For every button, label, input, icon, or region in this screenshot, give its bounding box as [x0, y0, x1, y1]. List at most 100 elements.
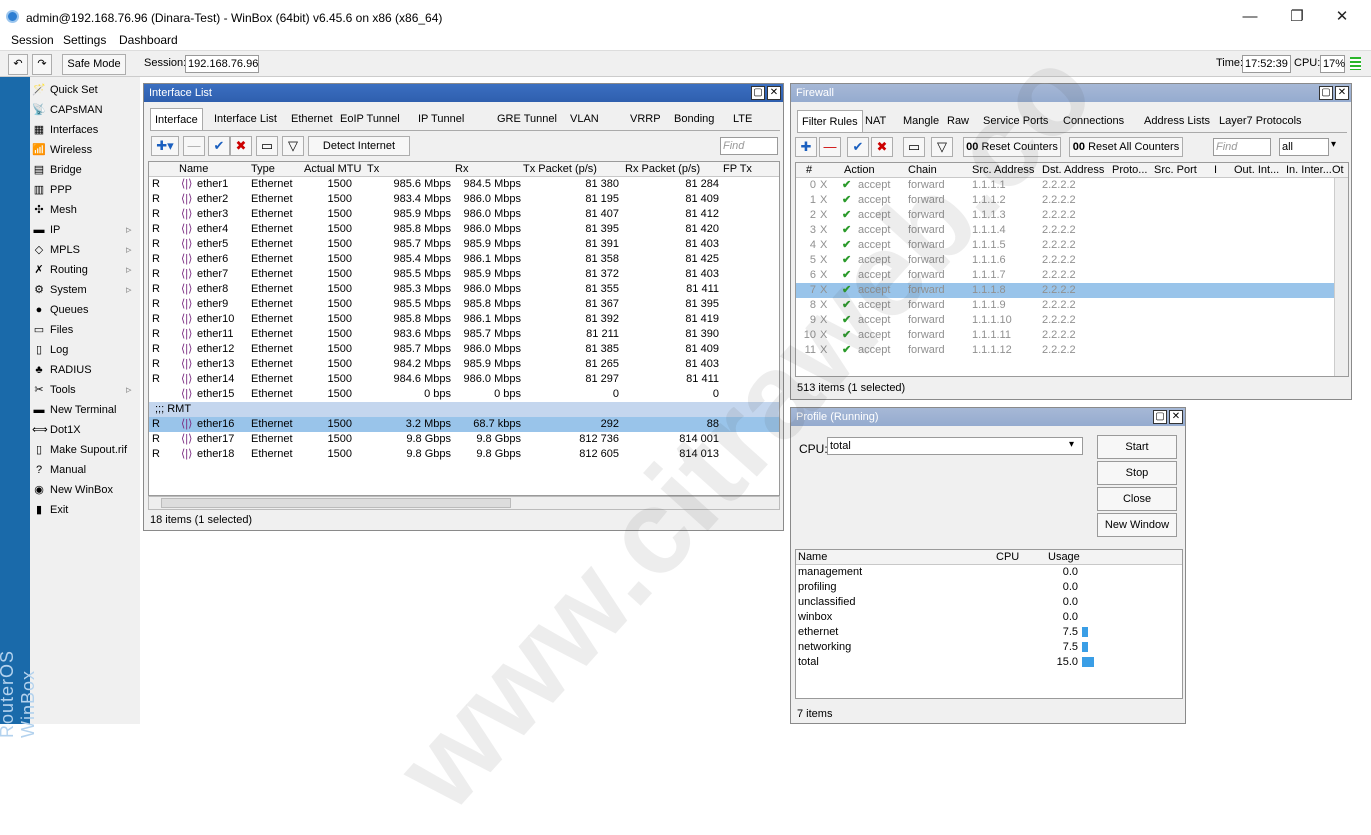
sidebar-item-mesh[interactable]: ✣ Mesh	[30, 200, 140, 220]
chevron-down-icon[interactable]: ▾	[1069, 439, 1074, 450]
col-proto-[interactable]: Proto...	[1112, 164, 1147, 176]
add-icon[interactable]: ✚▾	[151, 136, 179, 156]
tab-vlan[interactable]: VLAN	[566, 108, 603, 130]
table-row[interactable]: 6 X ✔ accept forward 1.1.1.7 2.2.2.2	[796, 268, 1348, 283]
tab-interface-list[interactable]: Interface List	[210, 108, 281, 130]
table-row[interactable]: profiling 0.0	[796, 580, 1182, 595]
sidebar-item-dot1x[interactable]: ⟺ Dot1X	[30, 420, 140, 440]
sidebar-item-make-supout-rif[interactable]: ▯ Make Supout.rif	[30, 440, 140, 460]
sidebar-item-tools[interactable]: ✂ Tools ▹	[30, 380, 140, 400]
disable-icon[interactable]: ✖	[871, 137, 893, 157]
sidebar-item-ip[interactable]: ▬ IP ▹	[30, 220, 140, 240]
table-row[interactable]: R ⟨|⟩ ether7 Ethernet 1500 985.5 Mbps 985.9 Mb…	[149, 267, 779, 282]
table-row[interactable]: R ⟨|⟩ ether14 Ethernet 1500 984.6 Mbps 986.0 M…	[149, 372, 779, 387]
col--[interactable]: #	[806, 164, 812, 176]
sidebar-item-files[interactable]: ▭ Files	[30, 320, 140, 340]
table-row[interactable]: R ⟨|⟩ ether9 Ethernet 1500 985.5 Mbps 985.8 Mb…	[149, 297, 779, 312]
tab-filter-rules[interactable]: Filter Rules	[797, 110, 863, 132]
col-rx-packet-p-s-[interactable]: Rx Packet (p/s)	[625, 163, 700, 175]
sidebar-item-manual[interactable]: ? Manual	[30, 460, 140, 480]
table-row[interactable]: R ⟨|⟩ ether17 Ethernet 1500 9.8 Gbps 9.8 Gbps 8…	[149, 432, 779, 447]
col-name[interactable]: Name	[179, 163, 208, 175]
tab-ip-tunnel[interactable]: IP Tunnel	[414, 108, 468, 130]
window-restore-icon[interactable]: ▢	[1153, 410, 1167, 424]
col-type[interactable]: Type	[251, 163, 275, 175]
table-row[interactable]: 8 X ✔ accept forward 1.1.1.9 2.2.2.2	[796, 298, 1348, 313]
comment-row[interactable]: ;;; RMT	[149, 402, 779, 417]
window-close-icon[interactable]: ✕	[767, 86, 781, 100]
table-row[interactable]: R ⟨|⟩ ether11 Ethernet 1500 983.6 Mbps 985.7 M…	[149, 327, 779, 342]
table-row[interactable]: R ⟨|⟩ ether18 Ethernet 1500 9.8 Gbps 9.8 Gbps 8…	[149, 447, 779, 462]
close-window-button[interactable]: ✕	[1322, 6, 1362, 28]
table-row[interactable]: R ⟨|⟩ ether13 Ethernet 1500 984.2 Mbps 985.9 M…	[149, 357, 779, 372]
tab-ethernet[interactable]: Ethernet	[287, 108, 337, 130]
firewall-titlebar[interactable]: Firewall ▢ ✕	[791, 84, 1351, 102]
table-row[interactable]: 5 X ✔ accept forward 1.1.1.6 2.2.2.2	[796, 253, 1348, 268]
table-row[interactable]: R ⟨|⟩ ether1 Ethernet 1500 985.6 Mbps 984.5 Mb…	[149, 177, 779, 192]
col-ot[interactable]: Ot	[1332, 164, 1344, 176]
sidebar-item-new-winbox[interactable]: ◉ New WinBox	[30, 480, 140, 500]
session-field[interactable]: 192.168.76.96	[185, 55, 259, 73]
sidebar-item-new-terminal[interactable]: ▬ New Terminal	[30, 400, 140, 420]
sidebar-item-radius[interactable]: ♣ RADIUS	[30, 360, 140, 380]
table-row[interactable]: ⟨|⟩ ether15 Ethernet 1500 0 bps 0 bps 0 0	[149, 387, 779, 402]
sidebar-item-bridge[interactable]: ▤ Bridge	[30, 160, 140, 180]
sidebar-item-queues[interactable]: ● Queues	[30, 300, 140, 320]
reset-all-counters-button[interactable]: 00 Reset All Counters	[1069, 137, 1183, 157]
redo-icon[interactable]: ↷	[32, 54, 52, 75]
detect-internet-button[interactable]: Detect Internet	[308, 136, 410, 156]
table-row[interactable]: total 15.0	[796, 655, 1182, 670]
table-row[interactable]: R ⟨|⟩ ether4 Ethernet 1500 985.8 Mbps 986.0 Mb…	[149, 222, 779, 237]
fw-filter-select[interactable]: all	[1279, 138, 1329, 156]
sidebar-item-ppp[interactable]: ▥ PPP	[30, 180, 140, 200]
table-row[interactable]: winbox 0.0	[796, 610, 1182, 625]
filter-icon[interactable]: ▽	[282, 136, 304, 156]
sidebar-item-routing[interactable]: ✗ Routing ▹	[30, 260, 140, 280]
table-row[interactable]: 3 X ✔ accept forward 1.1.1.4 2.2.2.2	[796, 223, 1348, 238]
profile-titlebar[interactable]: Profile (Running) ▢ ✕	[791, 408, 1185, 426]
col-in-inter-[interactable]: In. Inter...	[1286, 164, 1332, 176]
table-row[interactable]: 2 X ✔ accept forward 1.1.1.3 2.2.2.2	[796, 208, 1348, 223]
table-row[interactable]: unclassified 0.0	[796, 595, 1182, 610]
add-icon[interactable]: ✚	[795, 137, 817, 157]
table-row[interactable]: R ⟨|⟩ ether10 Ethernet 1500 985.8 Mbps 986.1 M…	[149, 312, 779, 327]
table-row[interactable]: R ⟨|⟩ ether2 Ethernet 1500 983.4 Mbps 986.0 Mb…	[149, 192, 779, 207]
sidebar-item-wireless[interactable]: 📶 Wireless	[30, 140, 140, 160]
menu-dashboard[interactable]: Dashboard	[119, 33, 178, 47]
profile-cpu-select[interactable]: total	[827, 437, 1083, 455]
close-button[interactable]: Close	[1097, 487, 1177, 511]
stop-button[interactable]: Stop	[1097, 461, 1177, 485]
sidebar-item-exit[interactable]: ▮ Exit	[30, 500, 140, 520]
tab-nat[interactable]: NAT	[861, 110, 890, 132]
tab-vrrp[interactable]: VRRP	[626, 108, 665, 130]
maximize-button[interactable]: ❐	[1277, 6, 1317, 28]
iface-hscrollbar[interactable]	[148, 496, 780, 510]
start-button[interactable]: Start	[1097, 435, 1177, 459]
chevron-down-icon[interactable]: ▾	[1331, 139, 1336, 150]
table-row[interactable]: R ⟨|⟩ ether16 Ethernet 1500 3.2 Mbps 68.7 kbps…	[149, 417, 779, 432]
tab-service-ports[interactable]: Service Ports	[979, 110, 1052, 132]
col-out-int-[interactable]: Out. Int...	[1234, 164, 1279, 176]
table-row[interactable]: networking 7.5	[796, 640, 1182, 655]
col-dst-address[interactable]: Dst. Address	[1042, 164, 1104, 176]
tab-gre-tunnel[interactable]: GRE Tunnel	[493, 108, 561, 130]
sidebar-item-mpls[interactable]: ◇ MPLS ▹	[30, 240, 140, 260]
sidebar-item-system[interactable]: ⚙ System ▹	[30, 280, 140, 300]
table-row[interactable]: R ⟨|⟩ ether6 Ethernet 1500 985.4 Mbps 986.1 Mb…	[149, 252, 779, 267]
table-row[interactable]: 0 X ✔ accept forward 1.1.1.1 2.2.2.2	[796, 178, 1348, 193]
iface-find-input[interactable]: Find	[720, 137, 778, 155]
enable-icon[interactable]: ✔	[208, 136, 230, 156]
table-row[interactable]: 10 X ✔ accept forward 1.1.1.11 2.2.2.2	[796, 328, 1348, 343]
window-close-icon[interactable]: ✕	[1335, 86, 1349, 100]
sidebar-item-interfaces[interactable]: ▦ Interfaces	[30, 120, 140, 140]
safe-mode-button[interactable]: Safe Mode	[62, 54, 126, 75]
table-row[interactable]: R ⟨|⟩ ether8 Ethernet 1500 985.3 Mbps 986.0 Mb…	[149, 282, 779, 297]
col-src-port[interactable]: Src. Port	[1154, 164, 1197, 176]
comment-icon[interactable]: ▭	[256, 136, 278, 156]
col-src-address[interactable]: Src. Address	[972, 164, 1034, 176]
table-row[interactable]: 1 X ✔ accept forward 1.1.1.2 2.2.2.2	[796, 193, 1348, 208]
col-tx-packet-p-s-[interactable]: Tx Packet (p/s)	[523, 163, 597, 175]
table-row[interactable]: R ⟨|⟩ ether12 Ethernet 1500 985.7 Mbps 986.0 M…	[149, 342, 779, 357]
tab-layer7-protocols[interactable]: Layer7 Protocols	[1215, 110, 1306, 132]
menu-settings[interactable]: Settings	[63, 33, 106, 47]
